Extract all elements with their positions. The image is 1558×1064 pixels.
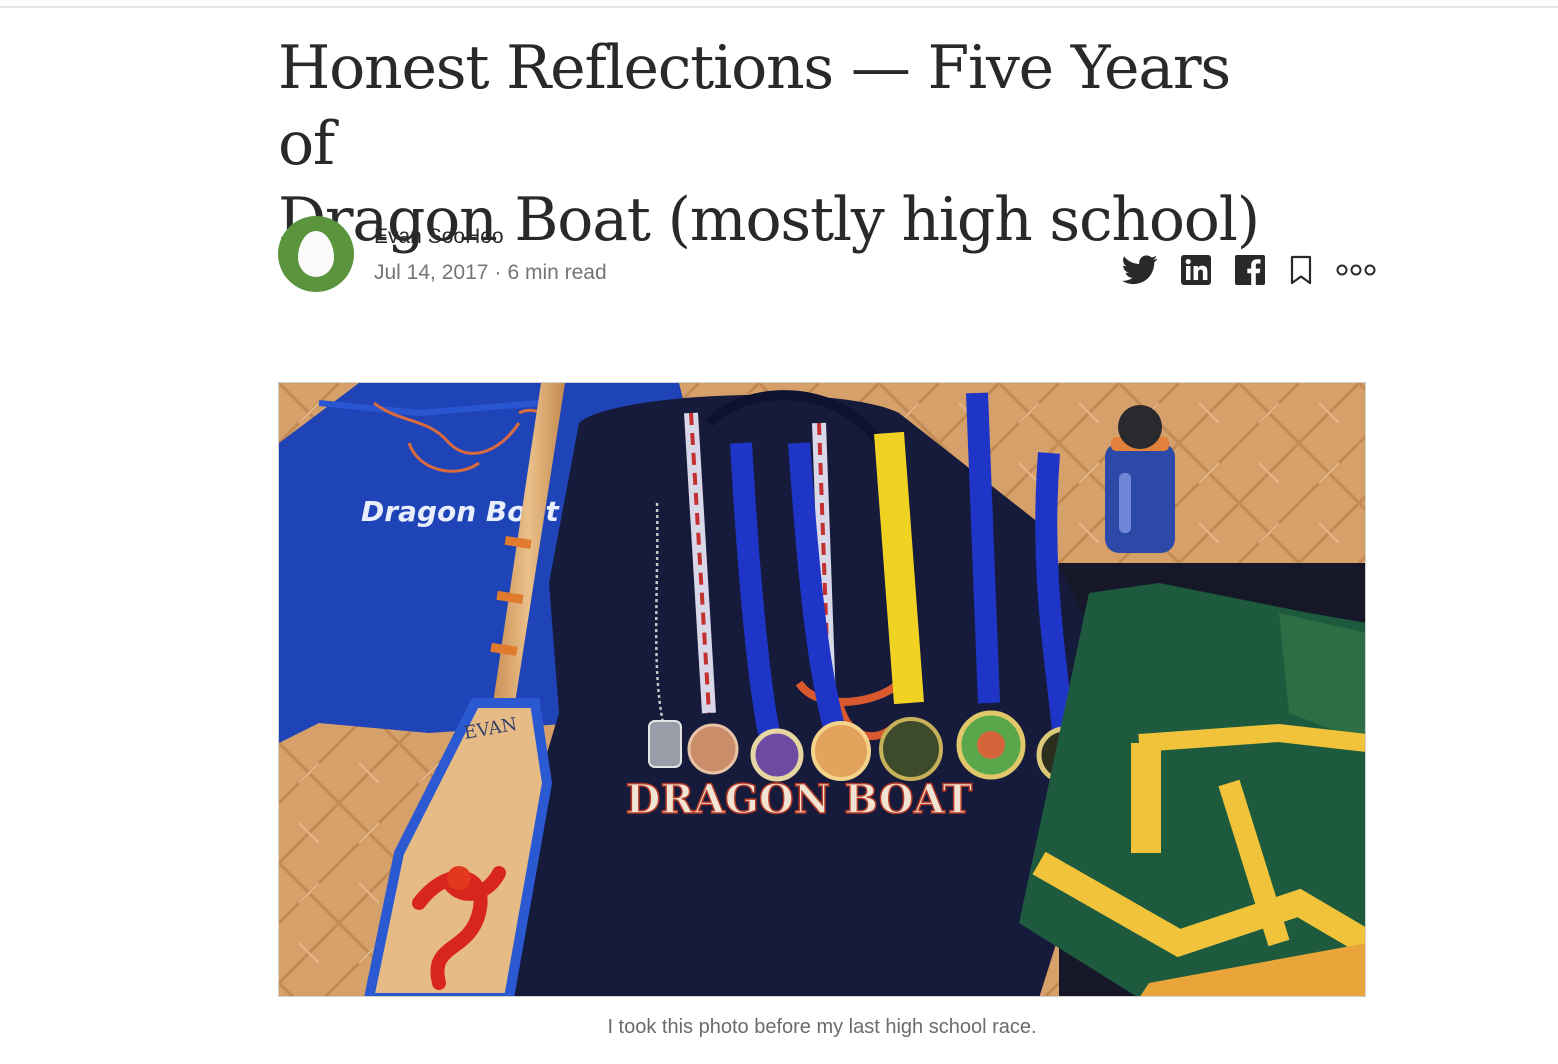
article-photo: Dragon Boat DRAGON BOAT EVAN [278, 382, 1366, 997]
share-bar [1122, 252, 1376, 288]
default-egg-icon [298, 231, 334, 277]
byline: Evan SooHoo Jul 14, 2017 · 6 min read [278, 216, 1378, 296]
photo-caption: I took this photo before my last high sc… [607, 1016, 1037, 1038]
read-time: 6 min read [507, 261, 607, 284]
author-name[interactable]: Evan SooHoo [374, 225, 504, 249]
hoodie-print: DRAGON BOAT [626, 776, 973, 823]
linkedin-icon[interactable] [1180, 254, 1212, 286]
publish-date: Jul 14, 2017 [374, 261, 489, 284]
post-meta: Jul 14, 2017 · 6 min read [374, 261, 607, 285]
meta-separator: · [494, 261, 502, 284]
avatar[interactable] [278, 216, 354, 292]
more-options-icon[interactable] [1336, 262, 1376, 278]
facebook-icon[interactable] [1234, 254, 1266, 286]
top-divider [0, 6, 1558, 8]
twitter-icon[interactable] [1122, 255, 1158, 285]
title-line-1: Honest Reflections — Five Years of [278, 33, 1231, 179]
bookmark-icon[interactable] [1288, 254, 1314, 286]
